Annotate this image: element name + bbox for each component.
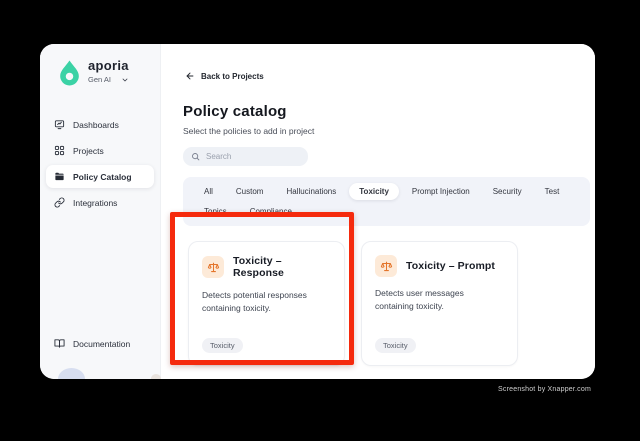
tab-compliance[interactable]: Compliance: [240, 203, 302, 220]
sidebar-item-label: Documentation: [73, 338, 131, 349]
tab-all[interactable]: All: [194, 183, 223, 200]
tab-topics[interactable]: Topics: [194, 203, 237, 220]
aporia-logo-icon: [57, 59, 82, 87]
dashboard-icon: [54, 119, 65, 130]
projects-grid-icon: [54, 145, 65, 156]
scales-icon: [375, 255, 397, 277]
search-icon: [191, 152, 200, 161]
sidebar: aporia Gen AI Dashboards Projects Policy…: [40, 44, 161, 379]
search-input[interactable]: [206, 152, 300, 161]
tab-prompt-injection[interactable]: Prompt Injection: [402, 183, 480, 200]
brand: aporia Gen AI: [40, 58, 160, 87]
workspace-name: Gen AI: [88, 75, 111, 85]
card-tag: Toxicity: [202, 338, 243, 353]
arrow-left-icon: [185, 71, 195, 81]
sidebar-footer: Documentation: [40, 332, 160, 379]
link-icon: [54, 197, 65, 208]
sidebar-item-projects[interactable]: Projects: [46, 139, 154, 162]
brand-text: aporia Gen AI: [88, 58, 129, 84]
book-icon: [54, 338, 65, 349]
search-box[interactable]: [183, 147, 308, 166]
sidebar-item-label: Dashboards: [73, 119, 119, 130]
policy-card-toxicity-response[interactable]: Toxicity – Response Detects potential re…: [188, 241, 345, 366]
workspace-switcher[interactable]: Gen AI: [88, 75, 129, 84]
card-header: Toxicity – Response: [202, 255, 331, 279]
sidebar-item-integrations[interactable]: Integrations: [46, 191, 154, 214]
app-window: aporia Gen AI Dashboards Projects Policy…: [40, 44, 595, 379]
sidebar-nav: Dashboards Projects Policy Catalog Integ…: [40, 99, 160, 214]
scales-icon: [202, 256, 224, 278]
small-bubble: [151, 374, 161, 379]
sidebar-item-label: Projects: [73, 145, 104, 156]
watermark-text: Screenshot by Xnapper.com: [498, 386, 591, 393]
sidebar-item-dashboards[interactable]: Dashboards: [46, 113, 154, 136]
sidebar-item-documentation[interactable]: Documentation: [46, 332, 154, 355]
chevron-down-icon: [121, 76, 129, 84]
main-content: Back to Projects Policy catalog Select t…: [161, 44, 595, 379]
card-description: Detects potential responses containing t…: [202, 290, 307, 313]
back-to-projects-link[interactable]: Back to Projects: [185, 71, 264, 81]
brand-name: aporia: [88, 58, 129, 73]
sidebar-item-label: Integrations: [73, 197, 118, 208]
back-link-label: Back to Projects: [201, 71, 264, 81]
filter-tabs: All Custom Hallucinations Toxicity Promp…: [183, 177, 590, 226]
tab-hallucinations[interactable]: Hallucinations: [276, 183, 346, 200]
tab-security[interactable]: Security: [483, 183, 532, 200]
tab-test[interactable]: Test: [535, 183, 570, 200]
policy-cards: Toxicity – Response Detects potential re…: [188, 241, 595, 366]
sidebar-item-label: Policy Catalog: [73, 171, 132, 182]
tab-custom[interactable]: Custom: [226, 183, 274, 200]
card-title: Toxicity – Prompt: [406, 260, 496, 272]
card-description: Detects user messages containing toxicit…: [375, 288, 464, 311]
folder-icon: [54, 171, 65, 182]
tab-toxicity[interactable]: Toxicity: [349, 183, 399, 200]
page-subtitle: Select the policies to add in project: [183, 126, 315, 136]
page-title: Policy catalog: [183, 103, 287, 120]
card-title: Toxicity – Response: [233, 255, 284, 279]
card-header: Toxicity – Prompt: [375, 255, 504, 277]
policy-card-toxicity-prompt[interactable]: Toxicity – Prompt Detects user messages …: [361, 241, 518, 366]
sidebar-item-policy-catalog[interactable]: Policy Catalog: [46, 165, 154, 188]
card-tag: Toxicity: [375, 338, 416, 353]
